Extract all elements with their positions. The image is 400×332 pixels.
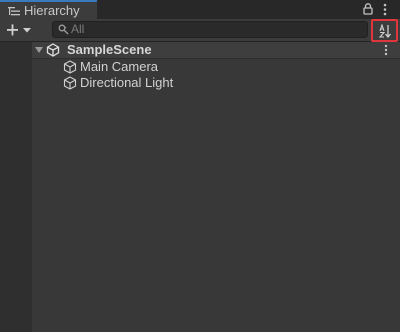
plus-dropdown-icon[interactable] [4,21,34,39]
tree-item-directional-light[interactable]: Directional Light [32,75,400,91]
sort-alphabetical-icon [379,24,391,38]
foldout-expanded-icon[interactable] [35,46,43,54]
search-icon [58,24,69,35]
hierarchy-tree: SampleScene Main Camera Directional Ligh… [32,42,400,332]
hierarchy-toolbar: All [0,19,400,42]
tree-item-label: Main Camera [80,59,159,74]
tree-item-label: Directional Light [80,75,174,90]
hierarchy-list-icon [8,7,20,16]
tree-item-main-camera[interactable]: Main Camera [32,59,400,75]
scene-header-row[interactable]: SampleScene [32,42,400,59]
hierarchy-window: Hierarchy All SampleScene Main Camera Di… [0,0,400,332]
sort-button[interactable] [371,19,398,42]
unity-logo-icon [46,43,60,57]
search-input[interactable]: All [52,21,368,38]
gameobject-cube-icon [63,60,77,74]
kebab-menu-icon[interactable] [382,3,388,16]
tab-label: Hierarchy [24,3,80,18]
hierarchy-gutter [0,42,32,332]
scene-name: SampleScene [67,42,152,57]
kebab-menu-icon[interactable] [383,44,389,56]
gameobject-cube-icon [63,76,77,90]
lock-icon[interactable] [363,3,373,15]
search-placeholder: All [71,22,85,36]
tab-hierarchy[interactable]: Hierarchy [0,0,97,19]
tab-strip: Hierarchy [0,0,400,19]
